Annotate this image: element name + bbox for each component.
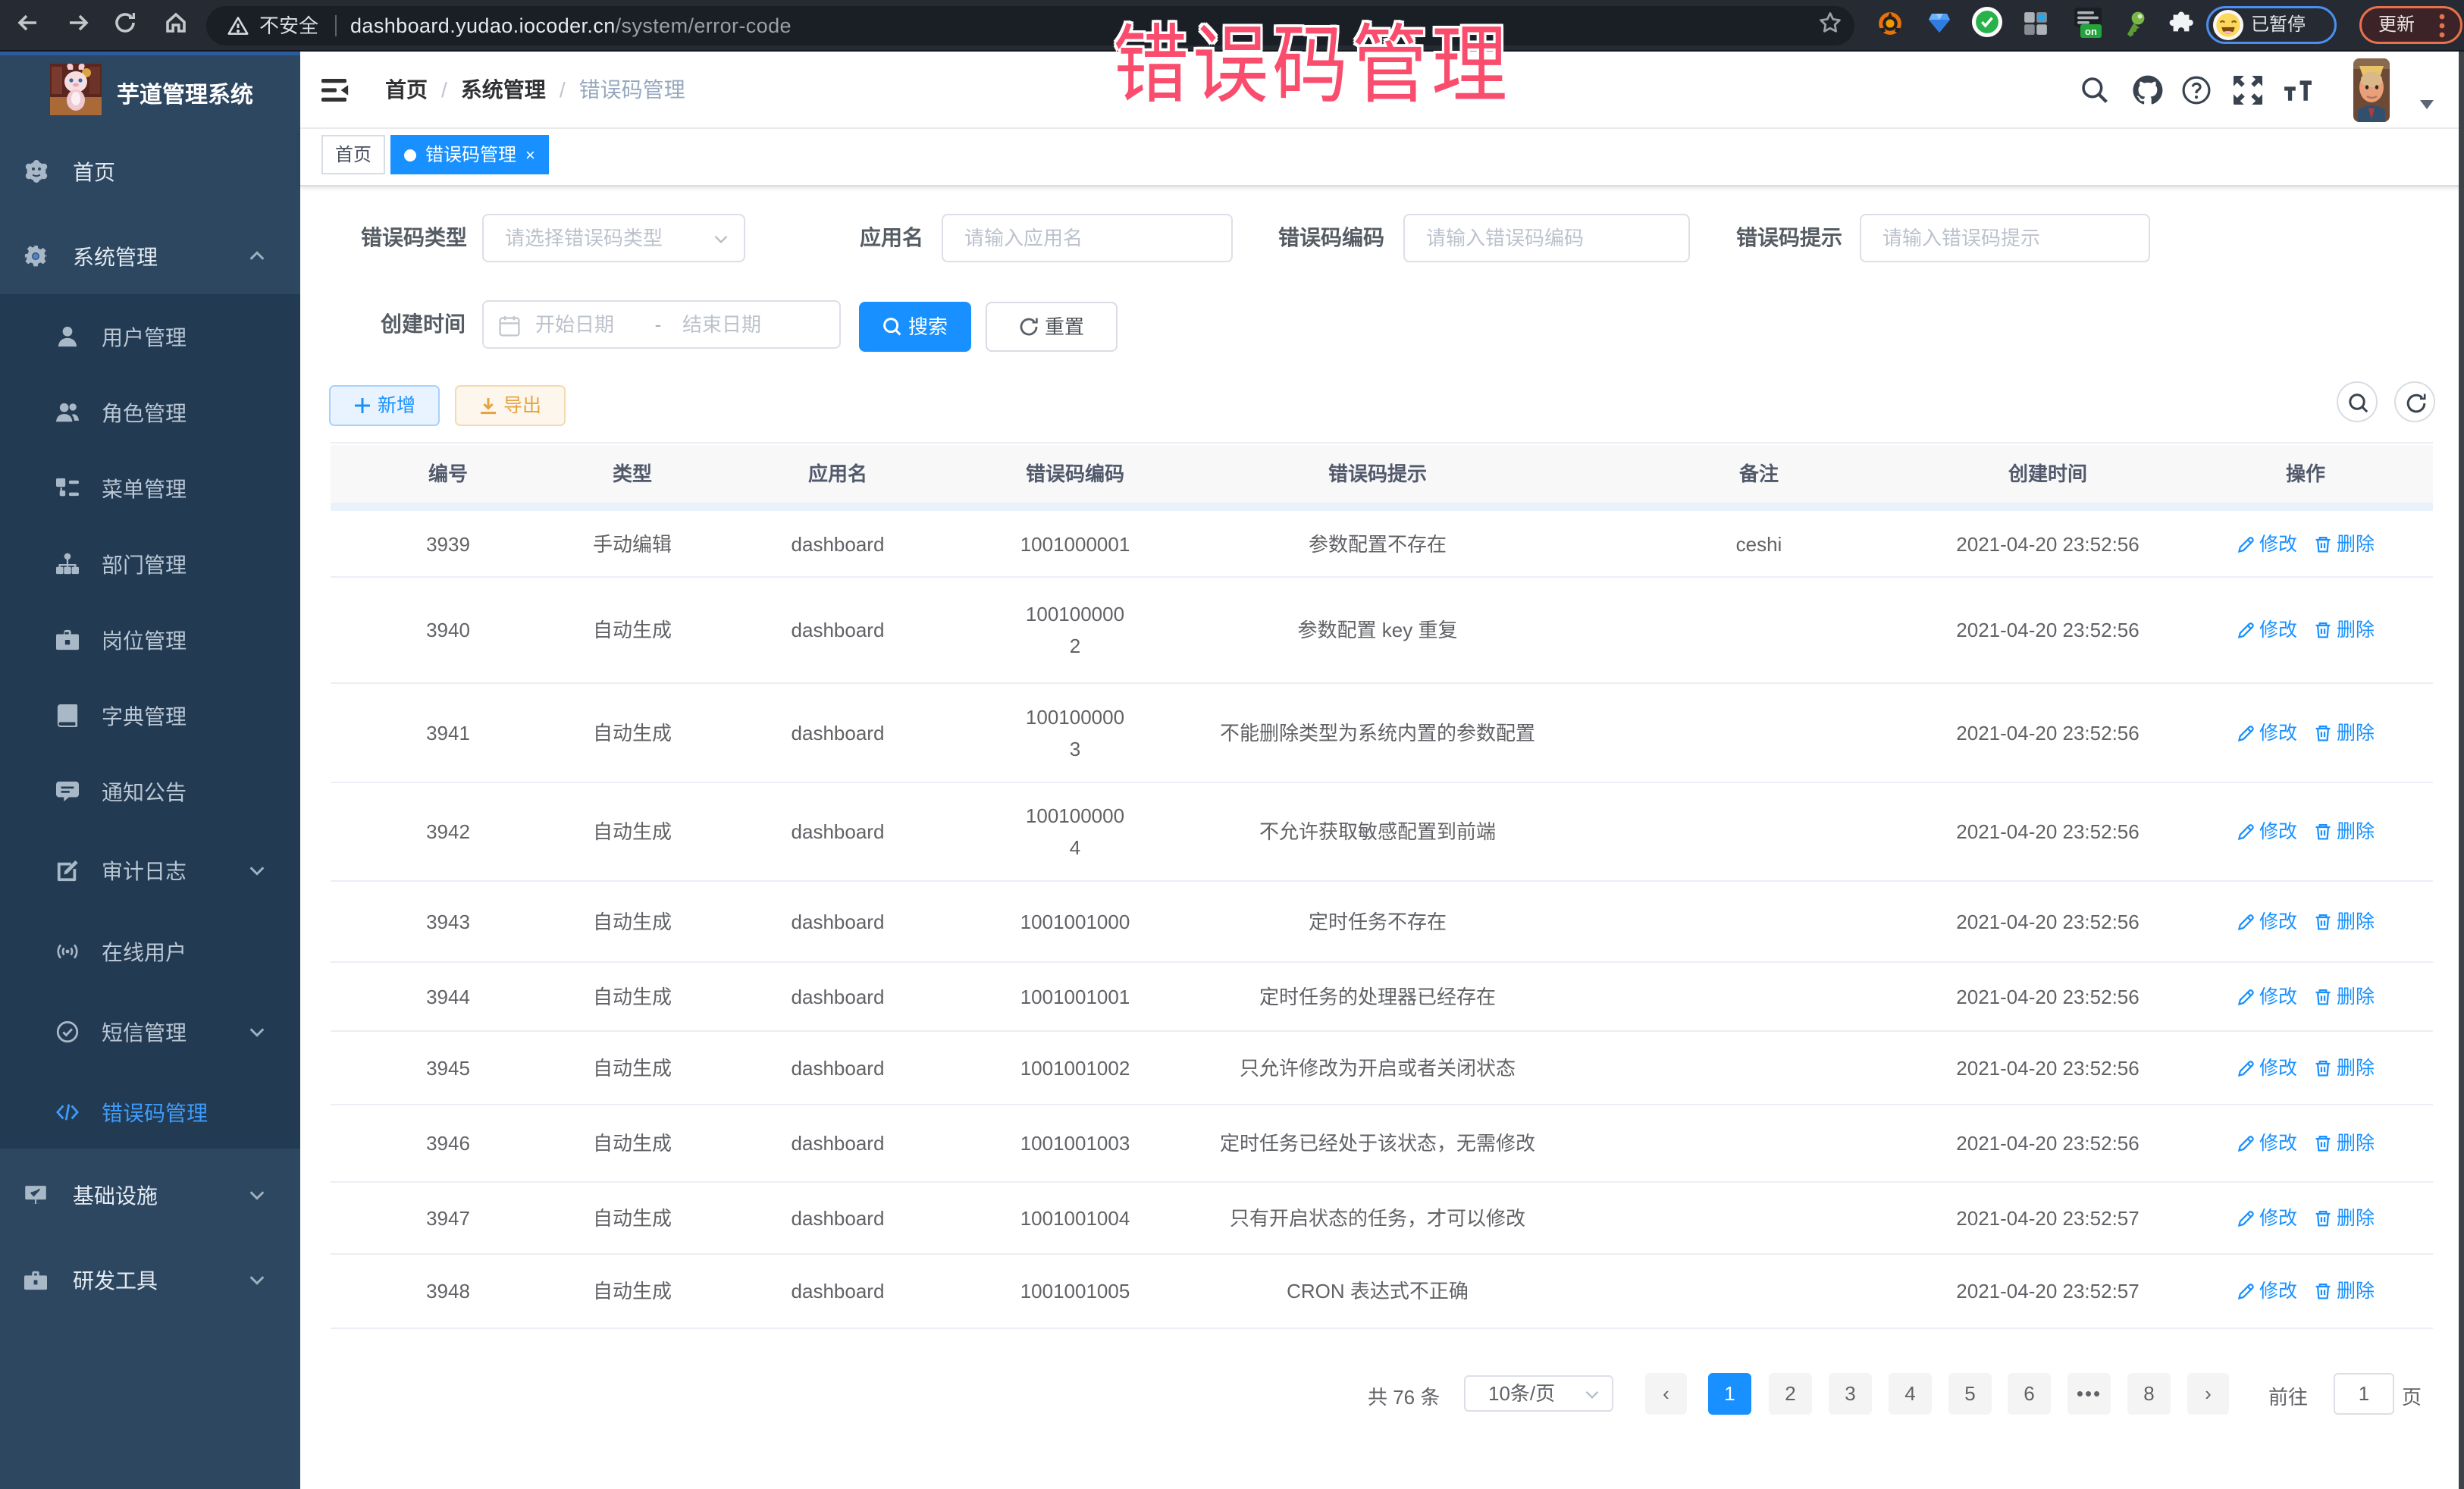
svg-text:on: on <box>2085 26 2097 37</box>
